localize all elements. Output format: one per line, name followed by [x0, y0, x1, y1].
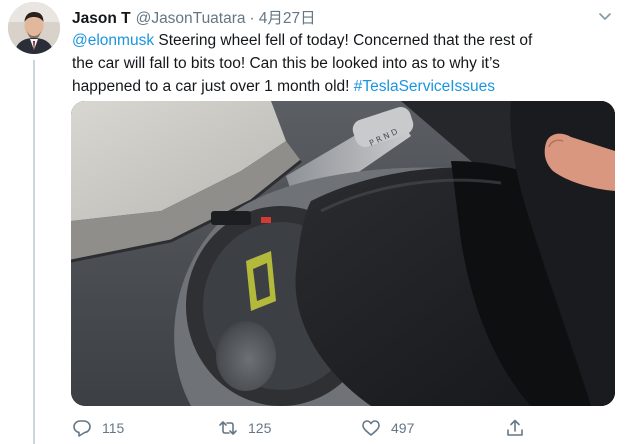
like-count: 497	[391, 420, 415, 436]
like-button[interactable]: 497	[361, 416, 414, 440]
heart-icon	[361, 418, 381, 438]
retweet-icon	[218, 418, 238, 438]
avatar[interactable]	[8, 2, 60, 54]
tweet-header: Jason T @JasonTuatara · 4月27日	[72, 6, 316, 28]
retweet-count: 125	[248, 420, 272, 436]
header-separator: ·	[249, 10, 255, 27]
reply-icon	[72, 418, 92, 438]
tweet-text-segment: the car will fall to bits too! Can this …	[72, 55, 500, 72]
author-handle[interactable]: @JasonTuatara	[136, 10, 246, 28]
share-button[interactable]	[505, 416, 525, 440]
hashtag-link[interactable]: #TeslaServiceIssues	[354, 78, 495, 95]
tweet-text-line: @elonmusk Steering wheel fell of today! …	[72, 29, 617, 52]
tweet-photo[interactable]: P R N D	[71, 101, 615, 406]
thread-connector-line	[33, 60, 35, 444]
chevron-down-icon[interactable]	[597, 8, 613, 24]
reply-count: 115	[102, 420, 125, 436]
tweet-text-line: happened to a car just over 1 month old!…	[72, 75, 617, 98]
tweet-actions: 115 125 497	[72, 416, 542, 440]
retweet-button[interactable]: 125	[218, 416, 271, 440]
tweet-text-line: the car will fall to bits too! Can this …	[72, 52, 617, 75]
reply-button[interactable]: 115	[72, 416, 124, 440]
author-display-name[interactable]: Jason T	[72, 10, 131, 28]
share-icon	[505, 418, 525, 438]
tweet-text-segment: Steering wheel fell of today! Concerned …	[154, 32, 533, 49]
tweet-date[interactable]: 4月27日	[259, 6, 316, 28]
tweet-text: @elonmusk Steering wheel fell of today! …	[72, 29, 617, 98]
tweet-text-segment: happened to a car just over 1 month old!	[72, 78, 354, 95]
mention-link[interactable]: @elonmusk	[72, 32, 154, 49]
